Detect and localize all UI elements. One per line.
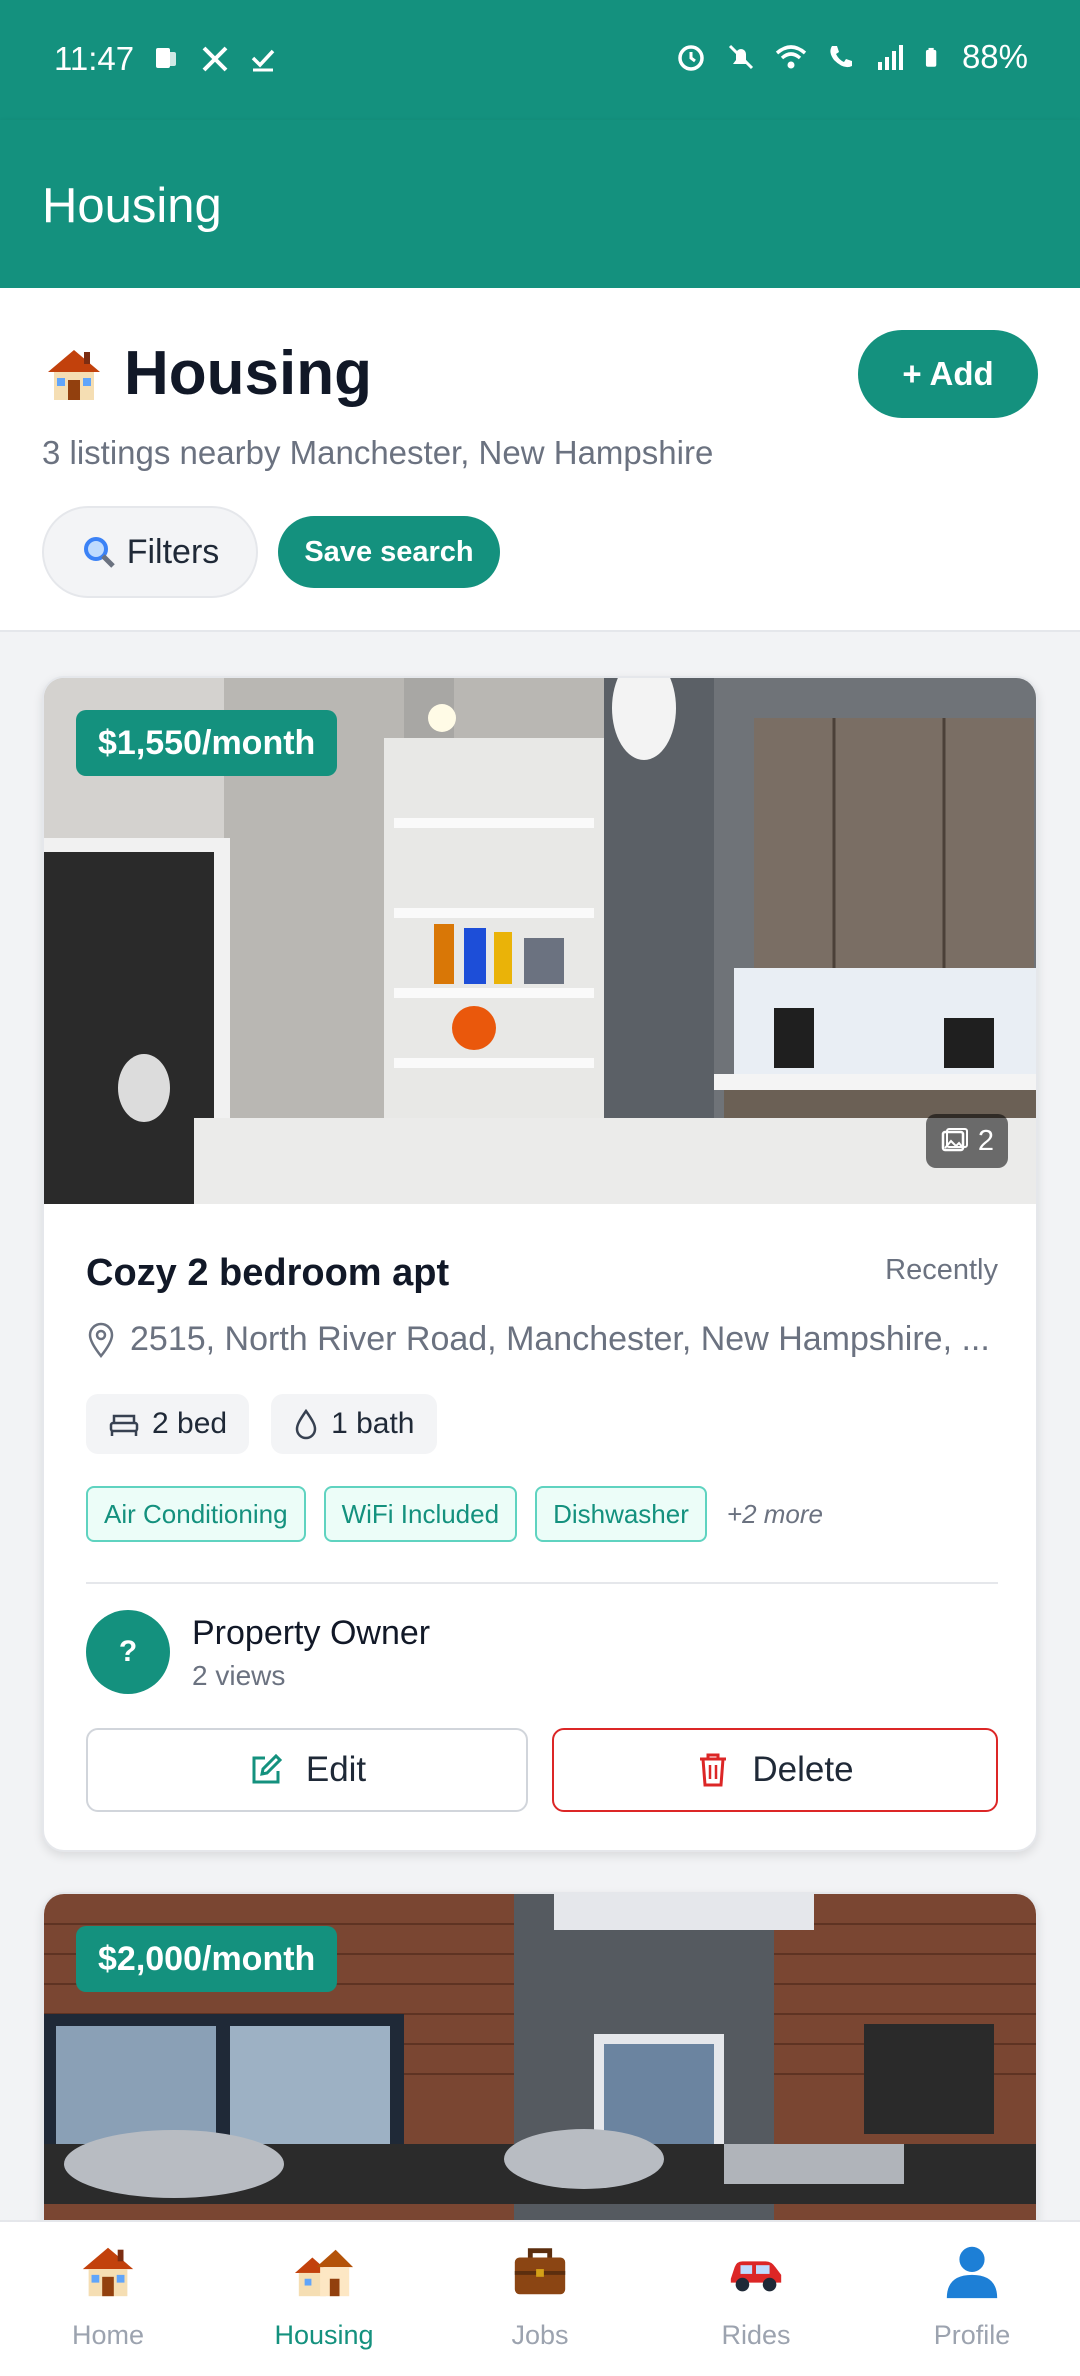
nav-label: Profile <box>933 2320 1011 2350</box>
save-search-button[interactable]: Save search <box>278 516 500 588</box>
status-bar: 11:47 88% <box>0 0 1080 120</box>
bottom-navigation: Home Housing Jobs Rides Profile <box>0 2220 1080 2376</box>
nav-item-home[interactable]: Home <box>0 2222 216 2376</box>
more-amenities: +2 more <box>726 1498 823 1529</box>
trash-icon <box>700 1753 727 1787</box>
notification-app-icon <box>156 48 176 68</box>
nav-item-profile[interactable]: Profile <box>864 2222 1080 2376</box>
x-logo-icon <box>202 46 228 72</box>
owner-name: Property Owner <box>192 1614 431 1652</box>
avatar: ? <box>86 1610 170 1694</box>
amenities-list: Air Conditioning WiFi Included Dishwashe… <box>86 1486 823 1542</box>
nav-item-housing[interactable]: Housing <box>216 2222 432 2376</box>
nav-label: Rides <box>721 2320 791 2350</box>
home-icon <box>82 2247 134 2297</box>
price-badge: $1,550/month <box>76 710 338 776</box>
status-time: 11:47 <box>54 40 135 77</box>
address-text: 2515, North River Road, Manchester, New … <box>130 1320 990 1358</box>
nav-label: Housing <box>274 2320 374 2350</box>
nav-item-rides[interactable]: Rides <box>648 2222 864 2376</box>
nav-item-jobs[interactable]: Jobs <box>432 2222 648 2376</box>
edit-icon <box>252 1753 282 1784</box>
app-bar-title: Housing <box>42 179 222 233</box>
photo-count-badge[interactable]: 2 <box>925 1114 1008 1168</box>
battery-icon <box>925 47 937 67</box>
battery-level: 88% <box>961 38 1028 75</box>
location-pin-icon <box>88 1322 114 1358</box>
edit-button[interactable]: Edit <box>86 1728 528 1812</box>
briefcase-icon <box>514 2248 566 2295</box>
view-count: 2 views <box>192 1660 286 1691</box>
wifi-icon <box>775 45 807 69</box>
filters-button[interactable]: Filters <box>42 506 258 598</box>
amenity-tag: Dishwasher <box>535 1486 707 1542</box>
page-title: Housing <box>42 338 372 409</box>
mute-icon <box>728 44 753 70</box>
amenity-tag: WiFi Included <box>323 1486 518 1542</box>
nav-label: Home <box>71 2320 145 2350</box>
baths-label: 1 bath <box>331 1407 415 1440</box>
nav-label: Jobs <box>511 2320 569 2350</box>
price-badge: $2,000/month <box>76 1926 338 1992</box>
car-icon <box>730 2261 782 2292</box>
listing-photo[interactable]: $1,550/month 2 <box>44 678 1036 1204</box>
bed-icon <box>109 1414 139 1436</box>
alarm-icon <box>678 45 704 71</box>
filters-label: Filters <box>126 532 220 571</box>
add-listing-button[interactable]: + Add <box>858 330 1038 418</box>
gallery-icon <box>941 1128 968 1152</box>
divider <box>86 1582 998 1584</box>
housing-header: Housing 3 listings nearby Manchester, Ne… <box>0 288 1080 632</box>
search-icon <box>83 537 115 568</box>
housing-icon <box>294 2249 354 2297</box>
signal-icon <box>877 45 903 70</box>
amenity-tag: Air Conditioning <box>86 1486 306 1542</box>
listing-card[interactable]: $1,550/month 2 Cozy 2 bedroom apt Recent… <box>42 676 1038 1852</box>
app-bar: Housing <box>0 120 1080 288</box>
wifi-calling-icon <box>830 46 852 68</box>
check-icon <box>251 49 275 72</box>
house-icon <box>48 349 100 400</box>
profile-icon <box>946 2246 998 2299</box>
edit-label: Edit <box>305 1750 367 1789</box>
posted-time: Recently <box>885 1254 998 1286</box>
listings-count: 3 listings nearby Manchester, New Hampsh… <box>42 434 714 471</box>
beds-chip: 2 bed <box>86 1394 250 1454</box>
beds-label: 2 bed <box>152 1407 228 1440</box>
delete-button[interactable]: Delete <box>552 1728 998 1812</box>
photo-count: 2 <box>977 1124 994 1157</box>
listing-title[interactable]: Cozy 2 bedroom apt <box>86 1252 449 1295</box>
baths-chip: 1 bath <box>271 1394 437 1454</box>
listing-address: 2515, North River Road, Manchester, New … <box>86 1320 996 1359</box>
page-title-text: Housing <box>124 339 372 408</box>
delete-label: Delete <box>752 1750 854 1789</box>
water-drop-icon <box>295 1408 317 1440</box>
